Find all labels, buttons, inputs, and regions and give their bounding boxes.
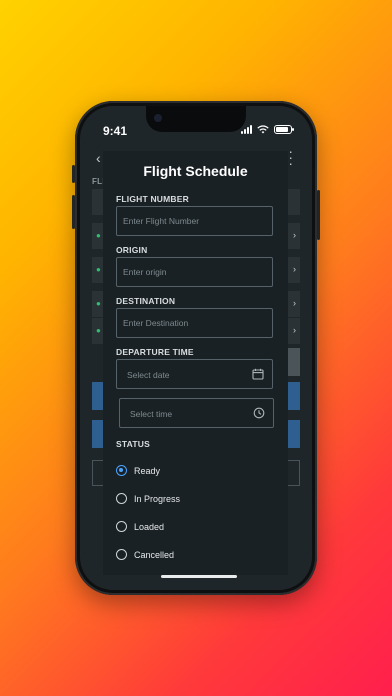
phone-screen: ‹ ··· FLIGHT ●› ●› ●› ●› 9:41 Flight Sch…: [80, 106, 312, 590]
radio-selected-icon[interactable]: [116, 465, 127, 476]
status-dot-icon: ●: [96, 299, 101, 308]
modal-title: Flight Schedule: [143, 163, 248, 179]
status-option-loaded[interactable]: Loaded: [116, 521, 164, 532]
flight-number-input[interactable]: [116, 206, 273, 236]
destination-label: DESTINATION: [116, 296, 176, 306]
status-option-label: Cancelled: [134, 549, 175, 560]
status-option-ready[interactable]: Ready: [116, 465, 160, 476]
status-label: STATUS: [116, 439, 150, 449]
home-indicator[interactable]: [161, 575, 237, 578]
status-option-cancelled[interactable]: Cancelled: [116, 549, 174, 560]
status-option-label: Ready: [134, 465, 161, 476]
status-option-in-progress[interactable]: In Progress: [116, 493, 180, 504]
status-icons: [241, 125, 294, 134]
time-picker-field[interactable]: Select time: [119, 398, 274, 428]
radio-unselected-icon[interactable]: [116, 521, 127, 532]
departure-time-label: DEPARTURE TIME: [116, 347, 194, 357]
chevron-right-icon: ›: [293, 298, 296, 308]
time-placeholder: Select time: [130, 409, 173, 419]
status-dot-icon: ●: [96, 231, 101, 240]
radio-unselected-icon[interactable]: [116, 549, 127, 560]
signal-icon: [241, 125, 252, 134]
flight-number-label: FLIGHT NUMBER: [116, 194, 189, 204]
back-chevron-icon[interactable]: ‹: [96, 150, 101, 166]
side-button-right: [317, 190, 320, 240]
battery-icon: [274, 125, 294, 134]
status-option-label: Loaded: [134, 521, 165, 532]
calendar-icon: [252, 368, 264, 380]
origin-input[interactable]: [116, 257, 273, 287]
date-picker-field[interactable]: Select date: [116, 359, 273, 389]
camera-icon: [154, 114, 162, 122]
status-dot-icon: ●: [96, 326, 101, 335]
more-vertical-icon[interactable]: · · ·: [288, 144, 293, 170]
chevron-right-icon: ›: [293, 264, 296, 274]
wifi-icon: [257, 125, 269, 134]
status-time: 9:41: [103, 124, 128, 138]
clock-icon: [253, 407, 265, 419]
status-dot-icon: ●: [96, 265, 101, 274]
chevron-right-icon: ›: [293, 230, 296, 240]
status-option-label: In Progress: [134, 493, 181, 504]
radio-unselected-icon[interactable]: [116, 493, 127, 504]
chevron-right-icon: ›: [293, 325, 296, 335]
destination-input[interactable]: [116, 308, 273, 338]
date-placeholder: Select date: [127, 370, 170, 380]
flight-schedule-modal: Flight Schedule FLIGHT NUMBER ORIGIN DES…: [103, 151, 288, 575]
origin-label: ORIGIN: [116, 245, 148, 255]
